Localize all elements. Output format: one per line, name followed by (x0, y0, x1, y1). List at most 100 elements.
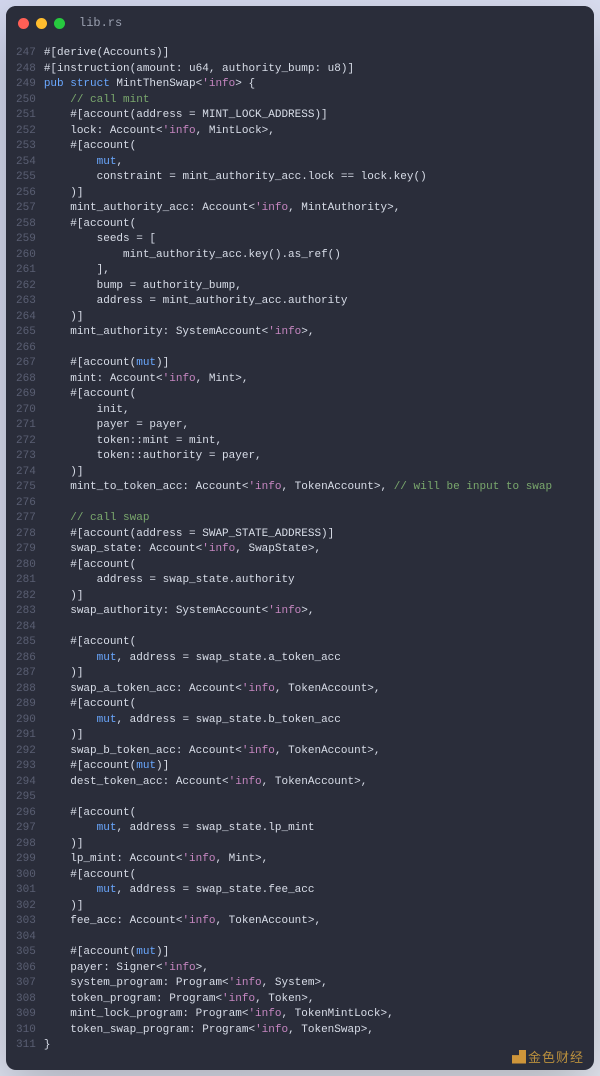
token-lifetime: 'info (202, 78, 235, 90)
code-line (44, 930, 552, 946)
token-lifetime: 'info (229, 977, 262, 989)
token-plain: , System>, (262, 977, 328, 989)
token-attr: #[account(address = SWAP_STATE_ADDRESS)] (70, 528, 334, 540)
token-plain: constraint = mint_authority_acc.lock == … (97, 171, 427, 183)
token-plain: , TokenMintLock>, (281, 1008, 393, 1020)
code-line (44, 620, 552, 636)
code-line: mint_authority: SystemAccount<'info>, (44, 325, 552, 341)
token-mut: mut (136, 357, 156, 369)
token-attr: )] (70, 900, 83, 912)
token-plain: , address = swap_state.b_token_acc (116, 714, 340, 726)
token-attr: #[derive(Accounts)] (44, 47, 169, 59)
token-lifetime: 'info (163, 125, 196, 137)
token-lifetime: 'info (248, 481, 281, 493)
code-line: swap_b_token_acc: Account<'info, TokenAc… (44, 744, 552, 760)
token-plain: , MintAuthority>, (288, 202, 400, 214)
code-line: )] (44, 728, 552, 744)
token-plain: mint: Account< (70, 373, 162, 385)
code-line: #[account( (44, 139, 552, 155)
token-mut: mut (97, 884, 117, 896)
code-line: swap_a_token_acc: Account<'info, TokenAc… (44, 682, 552, 698)
token-attr: )] (70, 729, 83, 741)
token-attr: #[account( (70, 388, 136, 400)
code-line: )] (44, 589, 552, 605)
token-plain: token::mint = mint, (97, 435, 222, 447)
code-line: #[account(address = MINT_LOCK_ADDRESS)] (44, 108, 552, 124)
code-line: payer = payer, (44, 418, 552, 434)
token-lifetime: 'info (268, 326, 301, 338)
code-line: #[account(mut)] (44, 356, 552, 372)
token-plain: address = mint_authority_acc.authority (97, 295, 348, 307)
token-plain: MintThenSwap< (110, 78, 202, 90)
token-attr: #[account( (70, 807, 136, 819)
code-line (44, 496, 552, 512)
code-line: payer: Signer<'info>, (44, 961, 552, 977)
watermark: 金色财经 (512, 1047, 584, 1066)
token-plain: mint_authority_acc: Account< (70, 202, 255, 214)
code-line: // call swap (44, 511, 552, 527)
minimize-icon[interactable] (36, 18, 47, 29)
code-line: #[account( (44, 217, 552, 233)
token-mut: mut (97, 822, 117, 834)
code-editor: 247 248 249 250 251 252 253 254 255 256 … (6, 40, 594, 1070)
token-plain: swap_a_token_acc: Account< (70, 683, 242, 695)
token-plain: mint_authority: SystemAccount< (70, 326, 268, 338)
token-lifetime: 'info (268, 605, 301, 617)
token-attr: #[account( (70, 559, 136, 571)
token-plain: mint_authority_acc.key().as_ref() (123, 249, 341, 261)
token-attr: #[account( (70, 760, 136, 772)
token-attr: )] (70, 667, 83, 679)
code-line: #[account( (44, 635, 552, 651)
token-plain: , TokenAccount>, (215, 915, 321, 927)
token-attr: )] (70, 187, 83, 199)
code-line: } (44, 1038, 552, 1054)
token-mut: mut (97, 156, 117, 168)
code-line: )] (44, 310, 552, 326)
token-comment: // call swap (70, 512, 149, 524)
code-line: token::mint = mint, (44, 434, 552, 450)
token-plain: swap_authority: SystemAccount< (70, 605, 268, 617)
token-plain: system_program: Program< (70, 977, 228, 989)
code-content: #[derive(Accounts)]#[instruction(amount:… (44, 46, 552, 1054)
token-plain: swap_state: Account< (70, 543, 202, 555)
token-attr: )] (70, 466, 83, 478)
code-line: system_program: Program<'info, System>, (44, 976, 552, 992)
token-lifetime: 'info (248, 1008, 281, 1020)
code-window: lib.rs 247 248 249 250 251 252 253 254 2… (6, 6, 594, 1070)
token-mut: mut (136, 946, 156, 958)
code-line: mut, address = swap_state.b_token_acc (44, 713, 552, 729)
maximize-icon[interactable] (54, 18, 65, 29)
token-lifetime: 'info (222, 993, 255, 1005)
token-keyword: pub struct (44, 78, 110, 90)
code-line: #[account(mut)] (44, 759, 552, 775)
token-attr: #[account( (70, 218, 136, 230)
token-lifetime: 'info (242, 683, 275, 695)
code-line: )] (44, 837, 552, 853)
token-lifetime: 'info (202, 543, 235, 555)
token-attr: )] (156, 357, 169, 369)
code-line: address = mint_authority_acc.authority (44, 294, 552, 310)
token-plain: swap_b_token_acc: Account< (70, 745, 242, 757)
token-plain: token_swap_program: Program< (70, 1024, 255, 1036)
token-plain: token::authority = payer, (97, 450, 262, 462)
token-attr: )] (70, 311, 83, 323)
token-plain: > { (235, 78, 255, 90)
code-line: token_program: Program<'info, Token>, (44, 992, 552, 1008)
token-attr: )] (156, 946, 169, 958)
code-line: #[account(mut)] (44, 945, 552, 961)
token-plain: ], (97, 264, 110, 276)
token-plain: , TokenSwap>, (288, 1024, 374, 1036)
code-line: )] (44, 899, 552, 915)
token-attr: )] (70, 838, 83, 850)
code-line: #[derive(Accounts)] (44, 46, 552, 62)
code-line: mut, address = swap_state.a_token_acc (44, 651, 552, 667)
token-comment: // will be input to swap (394, 481, 552, 493)
token-attr: #[account( (70, 140, 136, 152)
code-line: mut, (44, 155, 552, 171)
token-plain: init, (97, 404, 130, 416)
code-line: #[account( (44, 868, 552, 884)
token-plain: , Mint>, (215, 853, 268, 865)
code-line: pub struct MintThenSwap<'info> { (44, 77, 552, 93)
close-icon[interactable] (18, 18, 29, 29)
token-plain: >, (196, 962, 209, 974)
